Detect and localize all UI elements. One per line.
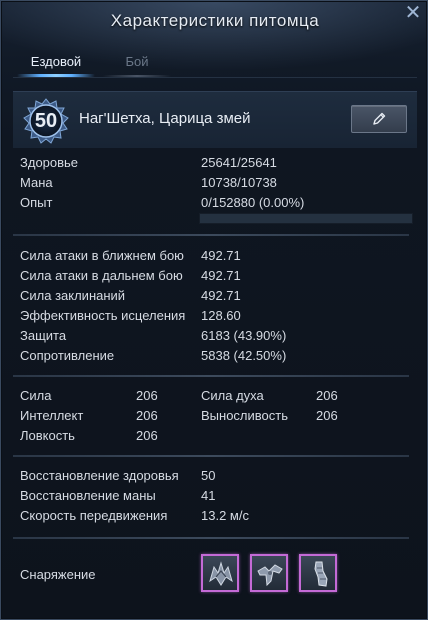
stat-label: Защита <box>20 328 67 343</box>
attr-stamina-value: 206 <box>316 408 338 423</box>
attr-spirit-value: 206 <box>316 388 338 403</box>
stat-label: Сила атаки в ближнем бою <box>20 248 184 263</box>
exp-progress-bar <box>199 213 413 224</box>
divider <box>13 234 409 236</box>
stat-value: 0/152880 (0.00%) <box>201 195 305 210</box>
leg-armor-icon <box>314 561 328 587</box>
equipment-slot-head[interactable] <box>201 554 239 592</box>
stat-label: Сила атаки в дальнем бою <box>20 268 183 283</box>
stat-label: Сопротивление <box>20 348 115 363</box>
stat-label: Восстановление маны <box>20 488 156 503</box>
stat-value: 492.71 <box>201 268 241 283</box>
stat-label: Здоровье <box>20 155 79 170</box>
equipment-slot-body[interactable] <box>250 554 288 592</box>
attr-spirit-label: Сила духа <box>201 388 264 403</box>
divider <box>13 537 409 539</box>
tab-combat[interactable]: Бой <box>97 51 177 77</box>
stat-label: Сила заклинаний <box>20 288 126 303</box>
stat-value: 492.71 <box>201 248 241 263</box>
window-title: Характеристики питомца <box>110 11 320 30</box>
rename-button[interactable] <box>351 105 407 133</box>
stat-value: 25641/25641 <box>201 155 277 170</box>
attr-strength-label: Сила <box>20 388 52 403</box>
stat-label: Восстановление здоровья <box>20 468 179 483</box>
stat-label: Мана <box>20 175 53 190</box>
helmet-armor-icon <box>209 561 233 586</box>
attr-row-1: Сила 206 Сила духа 206 <box>20 387 420 405</box>
pet-level: 50 <box>34 110 58 132</box>
close-icon[interactable]: ✕ <box>403 3 423 23</box>
pencil-icon <box>373 112 386 125</box>
attr-agility-value: 206 <box>136 428 158 443</box>
stat-label: Скорость передвижения <box>20 508 168 523</box>
attr-row-2: Интеллект 206 Выносливость 206 <box>20 407 420 425</box>
stat-value: 13.2 м/с <box>201 508 249 523</box>
attr-agility-label: Ловкость <box>20 428 75 443</box>
stat-value: 6183 (43.90%) <box>201 328 287 343</box>
stat-value: 41 <box>201 488 216 503</box>
stat-value: 50 <box>201 468 216 483</box>
tab-divider <box>13 77 417 78</box>
attr-row-3: Ловкость 206 <box>20 427 420 445</box>
divider <box>13 455 409 457</box>
stat-value: 5838 (42.50%) <box>201 348 287 363</box>
saddle-armor-icon <box>257 564 283 587</box>
stat-value: 128.60 <box>201 308 241 323</box>
pet-stats-window: Характеристики питомца ✕ Ездовой Бой 50 … <box>0 0 428 620</box>
pet-name: Наг'Шетха, Царица змей <box>79 110 251 127</box>
equipment-label: Снаряжение <box>20 567 96 582</box>
attr-strength-value: 206 <box>136 388 158 403</box>
stat-label: Эффективность исцеления <box>20 308 186 323</box>
equipment-slot-legs[interactable] <box>299 554 337 592</box>
stat-value: 492.71 <box>201 288 241 303</box>
attr-stamina-label: Выносливость <box>201 408 288 423</box>
attr-intellect-value: 206 <box>136 408 158 423</box>
pet-header: 50 Наг'Шетха, Царица змей <box>13 91 417 148</box>
stat-label: Опыт <box>20 195 53 210</box>
tab-mount[interactable]: Ездовой <box>17 51 95 77</box>
attr-intellect-label: Интеллект <box>20 408 84 423</box>
stat-value: 10738/10738 <box>201 175 277 190</box>
divider <box>13 375 409 377</box>
